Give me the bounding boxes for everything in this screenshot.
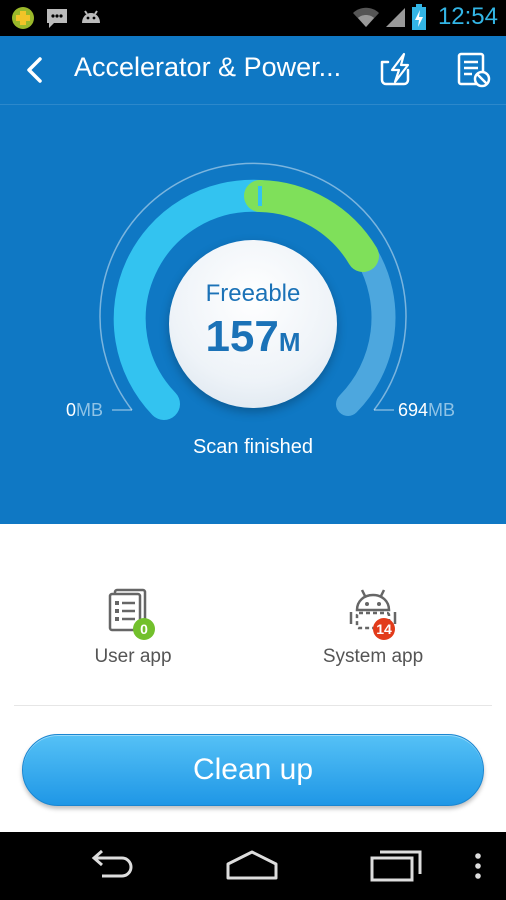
messaging-icon [47,9,67,28]
user-app-count-badge: 0 [133,618,155,640]
recent-apps-nav-icon[interactable] [366,846,426,886]
action-area: Clean up [0,706,506,832]
gauge-max-label: 694MB [398,400,456,420]
status-bar: 12:54 [0,0,506,36]
summary-header: Accelerator & Power... Freeable 157M 0MB… [0,36,506,524]
cross-badge-icon [12,7,34,29]
freeable-indicator: Freeable 157M [169,240,337,408]
scan-status: Scan finished [192,436,314,458]
system-app-count-badge: 14 [373,618,395,640]
freeable-label: Freeable [205,280,301,307]
overflow-menu-icon[interactable] [460,846,496,886]
clean-up-button[interactable]: Clean up [22,734,484,806]
app-categories: 0 User app 14 System app [0,524,506,706]
user-app-tab[interactable]: 0 User app [33,584,233,668]
gauge-track [336,244,396,416]
system-nav-bar [0,832,506,900]
back-nav-icon[interactable] [82,846,142,886]
user-app-label: User app [94,646,172,667]
clock: 12:54 [437,3,498,30]
wifi-icon [352,7,379,27]
home-nav-icon[interactable] [222,846,282,886]
freeable-value: 157M [169,312,337,362]
freeable-unit: M [278,327,301,357]
battery-charging-icon [411,4,426,30]
gauge-min-label: 0MB [66,400,104,420]
system-app-label: System app [322,646,424,667]
signal-icon [385,8,405,27]
android-icon [82,10,100,23]
system-app-tab[interactable]: 14 System app [273,584,473,668]
freeable-number: 157 [205,312,279,361]
